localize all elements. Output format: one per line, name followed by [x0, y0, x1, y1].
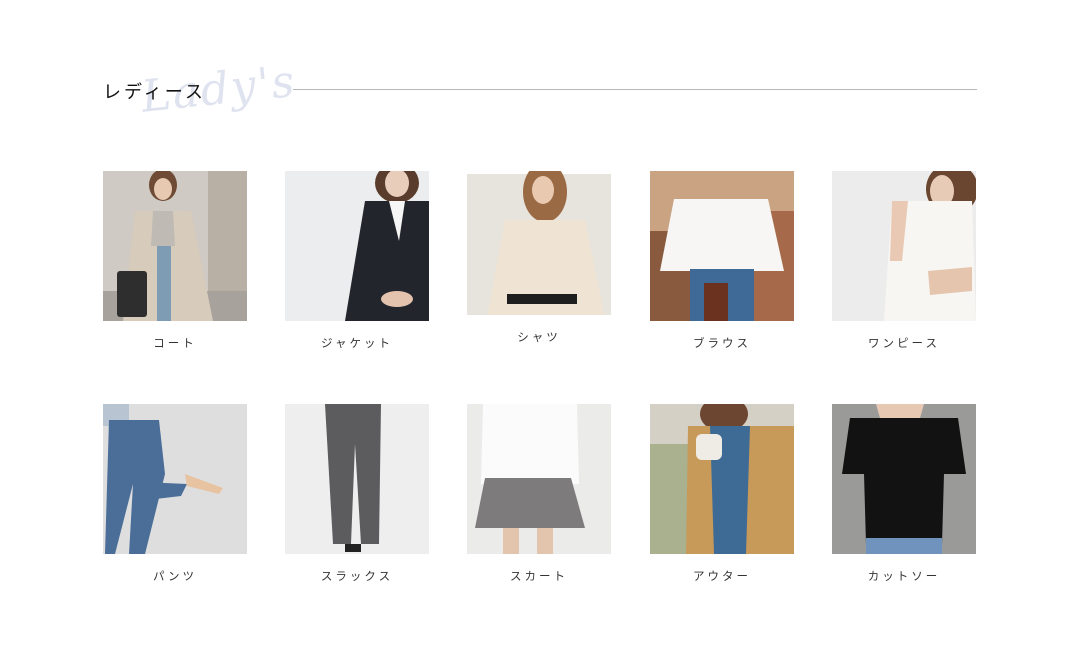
category-item-jacket[interactable]: ジャケット — [285, 171, 429, 351]
category-label: ワンピース — [868, 336, 940, 350]
category-label: カットソー — [867, 569, 941, 583]
category-label: シャツ — [517, 330, 561, 344]
jacket-photo[interactable] — [285, 171, 429, 321]
category-item-shirt[interactable]: シャツ — [467, 171, 611, 345]
category-label: アウター — [693, 569, 751, 583]
category-label: スラックス — [320, 569, 394, 583]
category-item-outerwear[interactable]: アウター — [650, 404, 794, 584]
pants-photo[interactable] — [103, 404, 247, 554]
category-title: レディース — [103, 82, 206, 103]
category-item-cutsew[interactable]: カットソー — [832, 404, 976, 584]
slacks-photo[interactable] — [285, 404, 429, 554]
category-header: Lady's レディース — [103, 56, 977, 140]
category-label: スカート — [510, 569, 568, 583]
shirt-photo[interactable] — [467, 171, 611, 315]
category-item-dress[interactable]: ワンピース — [832, 171, 976, 351]
outerwear-photo[interactable] — [650, 404, 794, 554]
category-label: パンツ — [152, 569, 198, 583]
category-item-slacks[interactable]: スラックス — [285, 404, 429, 584]
category-item-skirt[interactable]: スカート — [467, 404, 611, 584]
blouse-photo[interactable] — [650, 171, 794, 321]
header-divider — [293, 89, 977, 90]
coat-photo[interactable] — [103, 171, 247, 321]
category-label: コート — [153, 336, 197, 350]
category-item-blouse[interactable]: ブラウス — [650, 171, 794, 351]
category-item-pants[interactable]: パンツ — [103, 404, 247, 584]
category-label: ブラウス — [693, 336, 751, 350]
skirt-photo[interactable] — [467, 404, 611, 554]
dress-photo[interactable] — [832, 171, 976, 321]
category-label: ジャケット — [321, 336, 393, 350]
category-item-coat[interactable]: コート — [103, 171, 247, 351]
cutsew-photo[interactable] — [832, 404, 976, 554]
